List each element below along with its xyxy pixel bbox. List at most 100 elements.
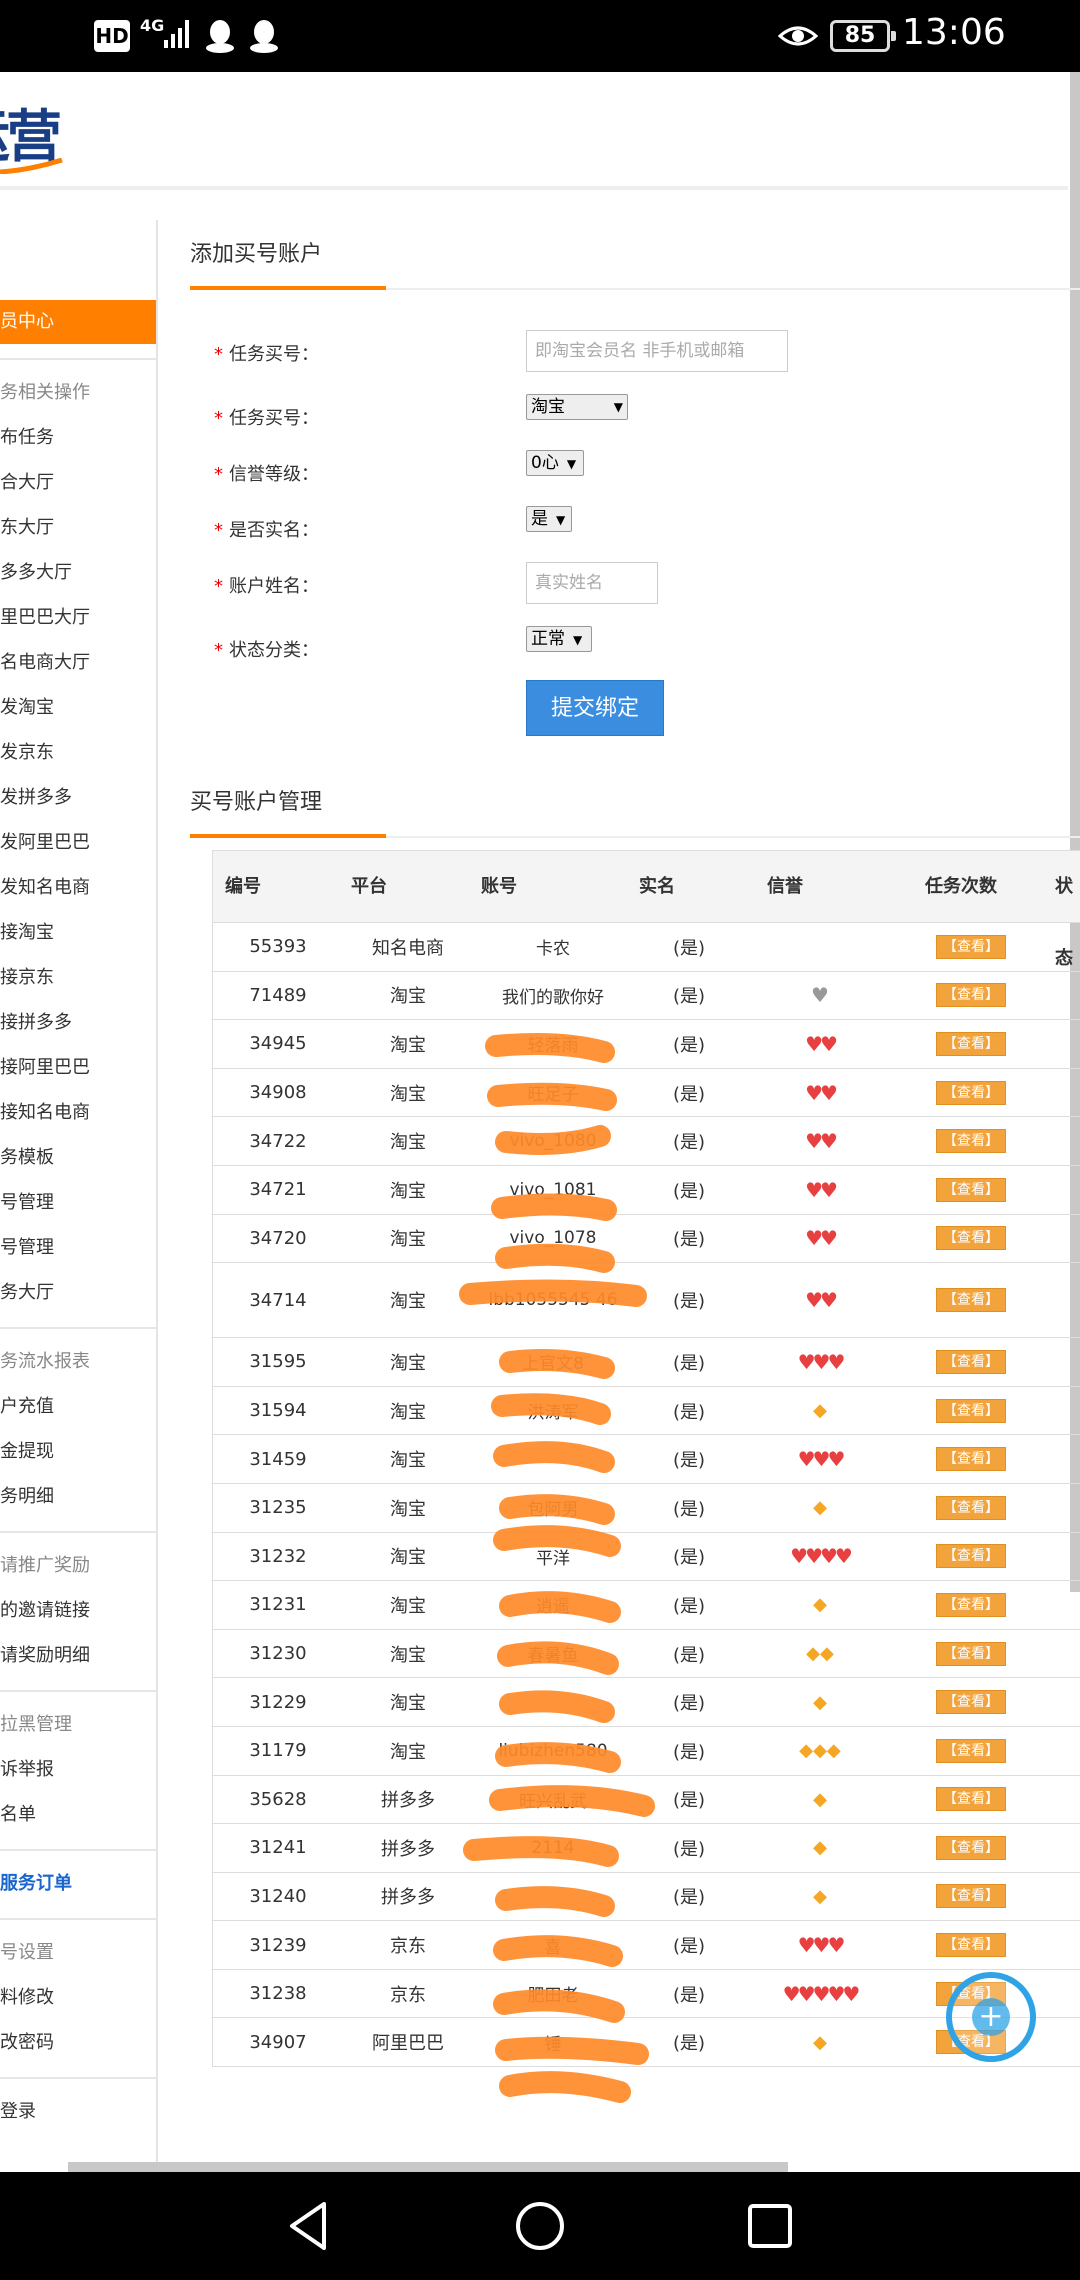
view-button[interactable]: 【查看】 bbox=[936, 1787, 1006, 1812]
view-button[interactable]: 【查看】 bbox=[936, 1544, 1006, 1569]
sidebar-item[interactable]: 务大厅 bbox=[0, 1270, 156, 1315]
cell-credit: ◆◆ bbox=[745, 1630, 895, 1678]
sidebar-item[interactable]: 名电商大厅 bbox=[0, 640, 156, 685]
cell-platform: 淘宝 bbox=[390, 1229, 426, 1251]
sidebar-item[interactable]: 发拼多多 bbox=[0, 775, 156, 820]
sidebar-item[interactable]: 东大厅 bbox=[0, 505, 156, 550]
sidebar-item[interactable]: 务模板 bbox=[0, 1135, 156, 1180]
sidebar-item[interactable]: 料修改 bbox=[0, 1975, 156, 2020]
sidebar-item[interactable]: 号管理 bbox=[0, 1180, 156, 1225]
cell-realname: (是) bbox=[672, 1547, 706, 1569]
view-button[interactable]: 【查看】 bbox=[936, 934, 1006, 959]
status-select[interactable]: 正常 ▼ bbox=[526, 626, 592, 652]
sidebar-item[interactable]: 号管理 bbox=[0, 1225, 156, 1270]
cell-id: 31239 bbox=[249, 1934, 307, 1956]
view-button[interactable]: 【查看】 bbox=[936, 1226, 1006, 1251]
sidebar-item-member-center[interactable]: 员中心 bbox=[0, 300, 156, 344]
cell-task-count: 【查看】 bbox=[895, 1873, 1047, 1921]
sidebar-item[interactable]: 接京东 bbox=[0, 955, 156, 1000]
realname-label: * 是否实名： bbox=[214, 520, 319, 541]
sidebar-item[interactable]: 请奖励明细 bbox=[0, 1633, 156, 1678]
cell-id: 31594 bbox=[249, 1400, 307, 1422]
cell-platform: 淘宝 bbox=[390, 1693, 426, 1715]
cell-realname: (是) bbox=[672, 1034, 706, 1056]
cell-task-count: 【查看】 bbox=[895, 1387, 1047, 1435]
table-row: 55393 知名电商 卡农 (是) 【查看】 bbox=[212, 923, 1080, 972]
sidebar-item[interactable]: 发淘宝 bbox=[0, 685, 156, 730]
view-button[interactable]: 【查看】 bbox=[936, 1031, 1006, 1056]
sidebar-item[interactable]: 务明细 bbox=[0, 1474, 156, 1519]
sidebar-item[interactable]: 户充值 bbox=[0, 1384, 156, 1429]
submit-bind-button[interactable]: 提交绑定 bbox=[526, 680, 664, 736]
sidebar-item[interactable]: 的邀请链接 bbox=[0, 1588, 156, 1633]
col-credit: 信誉 bbox=[767, 876, 803, 897]
view-button[interactable]: 【查看】 bbox=[936, 1738, 1006, 1763]
view-button[interactable]: 【查看】 bbox=[936, 1835, 1006, 1860]
view-button[interactable]: 【查看】 bbox=[936, 983, 1006, 1008]
sidebar-item[interactable]: 改密码 bbox=[0, 2020, 156, 2065]
cell-realname: (是) bbox=[672, 1180, 706, 1202]
sidebar-item[interactable]: 接拼多多 bbox=[0, 1000, 156, 1045]
heart-icon: ♥♥ bbox=[805, 1031, 838, 1056]
sidebar-item[interactable]: 发京东 bbox=[0, 730, 156, 775]
view-button[interactable]: 【查看】 bbox=[936, 1177, 1006, 1202]
sidebar-item-service-orders[interactable]: 服务订单 bbox=[0, 1861, 156, 1906]
view-button[interactable]: 【查看】 bbox=[936, 1080, 1006, 1105]
sidebar-item[interactable]: 名单 bbox=[0, 1792, 156, 1837]
sidebar-item[interactable]: 合大厅 bbox=[0, 460, 156, 505]
view-button[interactable]: 【查看】 bbox=[936, 1495, 1006, 1520]
sidebar-item[interactable]: 诉举报 bbox=[0, 1747, 156, 1792]
diamond-icon: ◆ bbox=[813, 1837, 827, 1859]
cell-id: 31179 bbox=[249, 1740, 307, 1762]
sidebar-item[interactable]: 金提现 bbox=[0, 1429, 156, 1474]
cell-realname: (是) bbox=[672, 1450, 706, 1472]
task-account-input[interactable]: 即淘宝会员名 非手机或邮箱 bbox=[526, 330, 788, 372]
table-row: 31232 淘宝 平洋 (是) ♥♥♥♥ 【查看】 bbox=[212, 1532, 1080, 1582]
divider bbox=[0, 1849, 156, 1851]
account-name-input[interactable]: 真实姓名 bbox=[526, 562, 658, 604]
sidebar-item[interactable]: 接阿里巴巴 bbox=[0, 1045, 156, 1090]
realname-select[interactable]: 是 ▼ bbox=[526, 506, 572, 532]
cell-account: 上官文8 bbox=[522, 1354, 584, 1375]
home-circle-icon[interactable] bbox=[514, 2200, 566, 2252]
table-row: 34720 淘宝 vivo_1078 (是) ♥♥ 【查看】 bbox=[212, 1214, 1080, 1264]
back-triangle-icon[interactable] bbox=[284, 2200, 336, 2252]
view-button[interactable]: 【查看】 bbox=[936, 1349, 1006, 1374]
cell-id: 34720 bbox=[249, 1227, 307, 1249]
view-button[interactable]: 【查看】 bbox=[936, 1398, 1006, 1423]
sidebar-item-logout[interactable]: 登录 bbox=[0, 2089, 156, 2134]
platform-select[interactable]: 淘宝 ▼ bbox=[526, 394, 628, 420]
cell-platform: 拼多多 bbox=[381, 1790, 435, 1812]
cell-task-count: 【查看】 bbox=[895, 1921, 1047, 1969]
heart-icon: ♥♥ bbox=[805, 1288, 838, 1313]
sidebar-item[interactable]: 接知名电商 bbox=[0, 1090, 156, 1135]
horizontal-scrollbar[interactable] bbox=[68, 2162, 788, 2172]
sidebar-item[interactable]: 布任务 bbox=[0, 415, 156, 460]
cell-credit: ♥♥ bbox=[745, 1166, 895, 1214]
view-button[interactable]: 【查看】 bbox=[936, 1447, 1006, 1472]
floating-assist-button[interactable]: + bbox=[946, 1972, 1036, 2062]
table-row: 34945 淘宝 轻落雨 (是) ♥♥ 【查看】 bbox=[212, 1020, 1080, 1069]
view-button[interactable]: 【查看】 bbox=[936, 1641, 1006, 1666]
view-button[interactable]: 【查看】 bbox=[936, 1129, 1006, 1154]
sidebar-item[interactable]: 多多大厅 bbox=[0, 550, 156, 595]
cell-platform: 淘宝 bbox=[390, 1741, 426, 1763]
cell-platform: 淘宝 bbox=[390, 1450, 426, 1472]
eye-comfort-icon bbox=[778, 26, 818, 46]
view-button[interactable]: 【查看】 bbox=[936, 1592, 1006, 1617]
sidebar-heading: 号设置 bbox=[0, 1942, 54, 1963]
recent-square-icon[interactable] bbox=[746, 2202, 794, 2250]
view-button[interactable]: 【查看】 bbox=[936, 1288, 1006, 1313]
credit-level-select[interactable]: 0心 ▼ bbox=[526, 450, 584, 476]
cell-id: 34714 bbox=[249, 1289, 307, 1311]
heart-icon: ♥♥ bbox=[805, 1177, 838, 1202]
heart-icon: ♥♥♥ bbox=[797, 1933, 846, 1958]
sidebar-item[interactable]: 里巴巴大厅 bbox=[0, 595, 156, 640]
view-button[interactable]: 【查看】 bbox=[936, 1884, 1006, 1909]
cell-platform: 淘宝 bbox=[390, 1132, 426, 1154]
view-button[interactable]: 【查看】 bbox=[936, 1933, 1006, 1958]
sidebar-item[interactable]: 接淘宝 bbox=[0, 910, 156, 955]
view-button[interactable]: 【查看】 bbox=[936, 1690, 1006, 1715]
sidebar-item[interactable]: 发知名电商 bbox=[0, 865, 156, 910]
sidebar-item[interactable]: 发阿里巴巴 bbox=[0, 820, 156, 865]
